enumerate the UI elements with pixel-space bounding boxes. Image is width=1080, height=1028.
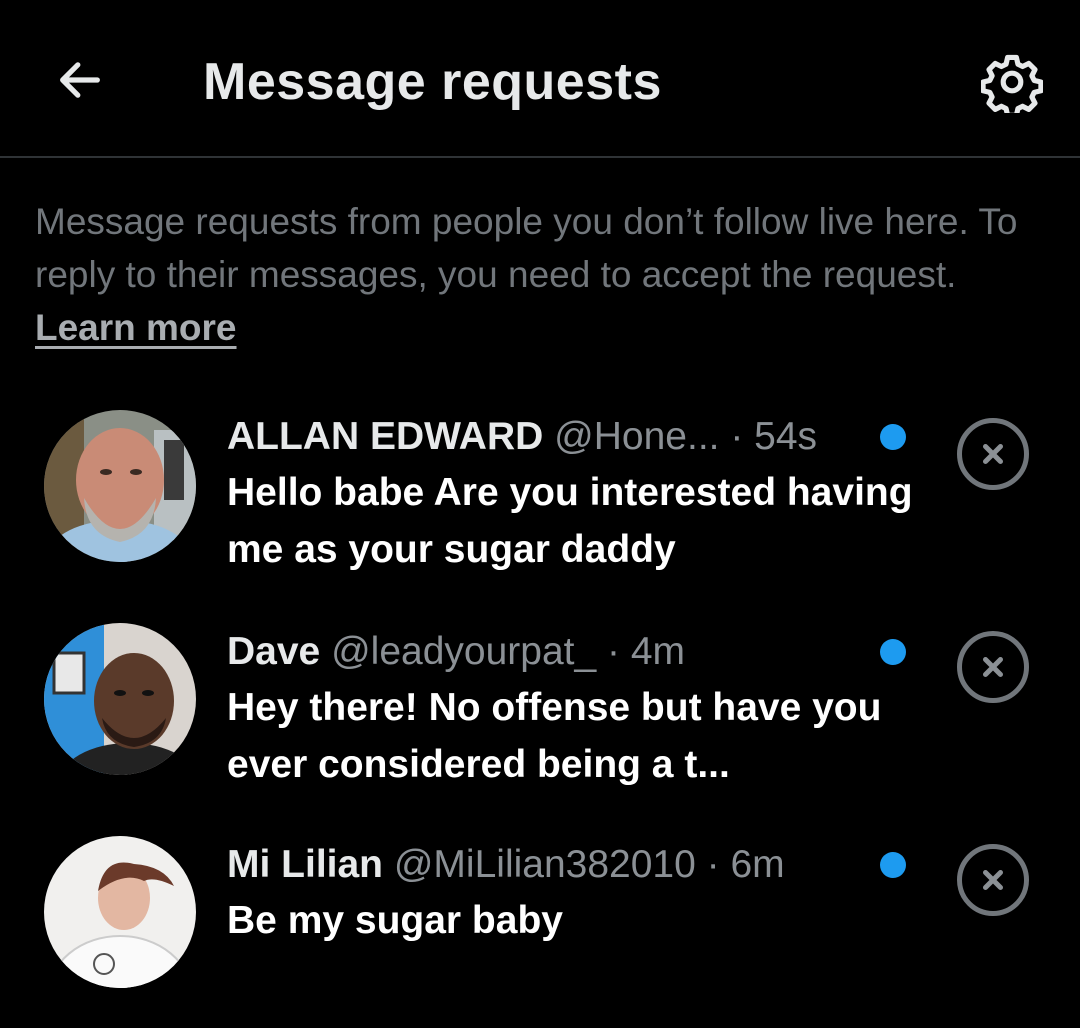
- request-meta: Dave @leadyourpat_ · 4m: [227, 627, 927, 677]
- settings-button[interactable]: [980, 50, 1044, 114]
- request-body: Dave @leadyourpat_ · 4m Hey there! No of…: [227, 627, 927, 793]
- sender-handle: @MiLilian382010: [393, 843, 696, 886]
- request-meta: Mi Lilian @MiLilian382010 · 6m: [227, 840, 927, 890]
- sender-handle: @Hone...: [554, 415, 720, 458]
- sender-name: Mi Lilian: [227, 843, 383, 886]
- request-body: ALLAN EDWARD @Hone... · 54s Hello babe A…: [227, 412, 927, 578]
- avatar[interactable]: [44, 836, 196, 988]
- notice-text: Message requests from people you don’t f…: [35, 201, 1018, 295]
- unread-indicator: [880, 424, 906, 450]
- top-bar: Message requests: [0, 0, 1080, 158]
- gear-icon: [981, 54, 1043, 113]
- message-preview: Hello babe Are you interested having me …: [227, 471, 913, 571]
- avatar-image: [44, 836, 196, 988]
- request-body: Mi Lilian @MiLilian382010 · 6m Be my sug…: [227, 840, 927, 949]
- close-icon: [983, 657, 1003, 677]
- request-meta: ALLAN EDWARD @Hone... · 54s: [227, 412, 927, 462]
- sender-handle: @leadyourpat_: [331, 630, 597, 673]
- sender-name: ALLAN EDWARD: [227, 415, 544, 458]
- arrow-left-icon: [60, 62, 100, 98]
- message-preview: Be my sugar baby: [227, 899, 563, 942]
- close-icon: [983, 444, 1003, 464]
- dismiss-request-button[interactable]: [957, 844, 1029, 916]
- avatar[interactable]: [44, 410, 196, 562]
- avatar-image: [44, 623, 196, 775]
- sender-name: Dave: [227, 630, 321, 673]
- request-item[interactable]: ALLAN EDWARD @Hone... · 54s Hello babe A…: [0, 410, 1080, 610]
- request-item[interactable]: Dave @leadyourpat_ · 4m Hey there! No of…: [0, 623, 1080, 823]
- dismiss-request-button[interactable]: [957, 631, 1029, 703]
- avatar-image: [44, 410, 196, 562]
- timestamp: · 4m: [607, 630, 686, 673]
- dismiss-request-button[interactable]: [957, 418, 1029, 490]
- learn-more-link[interactable]: Learn more: [35, 307, 237, 348]
- message-requests-notice: Message requests from people you don’t f…: [35, 195, 1055, 354]
- timestamp: · 6m: [706, 843, 785, 886]
- unread-indicator: [880, 852, 906, 878]
- request-item[interactable]: Mi Lilian @MiLilian382010 · 6m Be my sug…: [0, 836, 1080, 996]
- close-icon: [983, 870, 1003, 890]
- avatar[interactable]: [44, 623, 196, 775]
- message-preview: Hey there! No offense but have you ever …: [227, 686, 882, 786]
- back-button[interactable]: [50, 50, 110, 110]
- page-title: Message requests: [203, 53, 662, 111]
- timestamp: · 54s: [730, 415, 818, 458]
- unread-indicator: [880, 639, 906, 665]
